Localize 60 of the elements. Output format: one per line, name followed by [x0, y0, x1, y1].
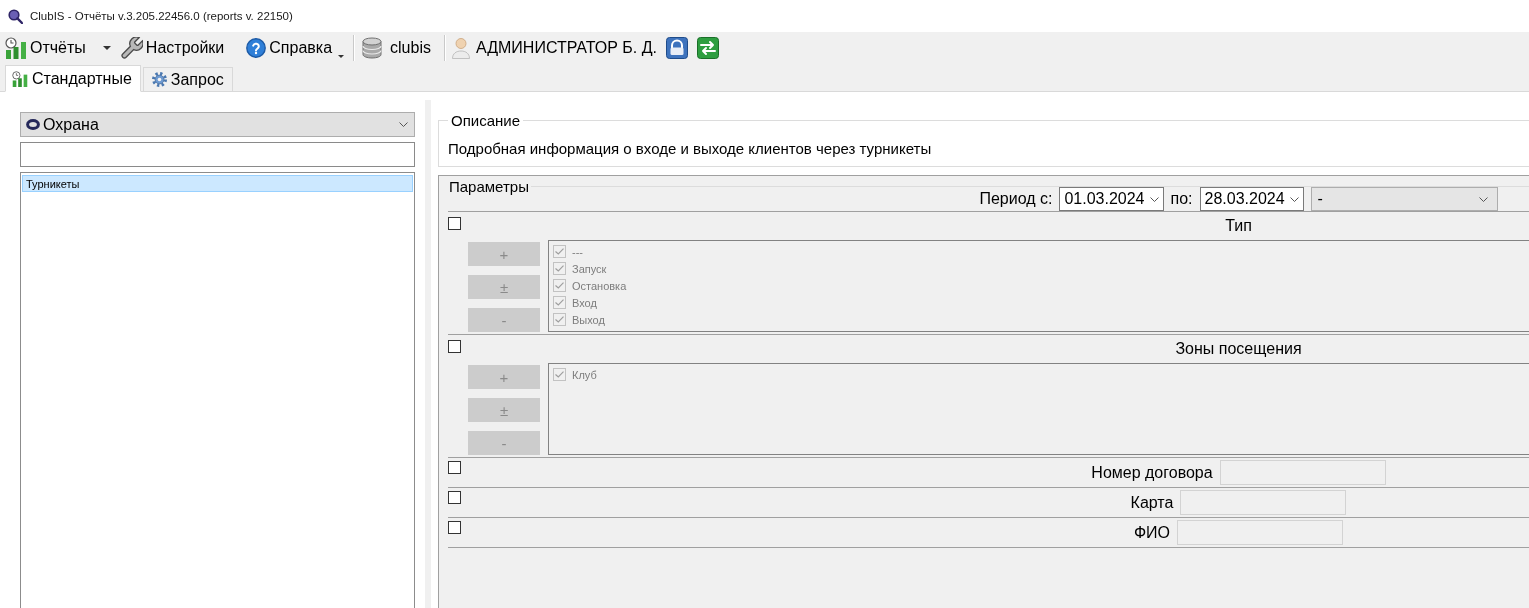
period-to-label: по: — [1170, 190, 1193, 208]
category-select[interactable]: Охрана — [20, 112, 415, 137]
chevron-down-icon — [399, 122, 408, 127]
caret-icon — [102, 46, 111, 50]
checklist-label: Вход — [572, 296, 597, 309]
period-from-label: Период с: — [979, 190, 1053, 208]
magnifier-icon — [8, 8, 23, 24]
exit-button[interactable] — [697, 37, 719, 59]
wrench-icon — [120, 37, 143, 59]
checkbox[interactable] — [448, 217, 461, 230]
group-title: Описание — [450, 112, 522, 129]
checkmark-icon — [555, 371, 564, 378]
field-label: Номер договора — [1091, 463, 1213, 482]
field-label: Карта — [1130, 493, 1174, 512]
checkmark-icon — [555, 299, 564, 306]
section-title: Тип — [1225, 216, 1252, 235]
lock-icon — [666, 37, 688, 59]
field-label: ФИО — [1133, 523, 1171, 542]
tab[interactable]: Стандартные — [5, 65, 141, 92]
database-button[interactable]: clubis — [358, 34, 434, 62]
checkmark-icon — [555, 316, 564, 323]
chart-icon — [5, 37, 27, 59]
chevron-down-icon — [1289, 196, 1299, 202]
user-icon — [451, 37, 470, 59]
chart-icon — [12, 70, 28, 87]
date-select[interactable]: 28.03.2024 — [1199, 187, 1304, 211]
checklist-label: Выход — [572, 313, 605, 326]
checklist-label: Клуб — [572, 368, 597, 381]
gear-icon — [151, 72, 167, 87]
description-text: Подробная информация о входе и выходе клиентов через турникеты — [448, 140, 933, 158]
checklist-label: --- — [572, 245, 583, 258]
section-title: Зоны посещения — [1175, 339, 1302, 358]
group-title: Параметры — [448, 178, 530, 195]
report-item[interactable]: Турникеты — [22, 175, 413, 192]
checkmark-icon — [555, 282, 564, 289]
search-field[interactable] — [20, 142, 415, 167]
checkbox[interactable] — [448, 461, 461, 474]
checkmark-icon — [555, 248, 564, 255]
lock-button[interactable] — [666, 37, 688, 59]
help-button[interactable]: Справка — [243, 34, 348, 62]
tab[interactable]: Запрос — [142, 67, 233, 92]
period-preset-select[interactable]: - — [1310, 187, 1498, 211]
caret-icon — [338, 55, 345, 58]
chevron-down-icon — [1149, 196, 1159, 202]
user-button[interactable]: АДМИНИСТРАТОР Б. Д. — [448, 34, 660, 62]
checkbox[interactable] — [448, 521, 461, 534]
swap-arrows-icon — [697, 37, 719, 59]
date-select[interactable]: 01.03.2024 — [1059, 187, 1164, 211]
reports-menu-button[interactable]: Отчёты — [2, 34, 115, 62]
checklist-label: Остановка — [572, 279, 627, 292]
checkbox[interactable] — [448, 491, 461, 504]
database-icon — [361, 37, 384, 59]
checklist-label: Запуск — [572, 262, 607, 275]
checkbox[interactable] — [448, 340, 461, 353]
window-title: ClubIS - Отчёты v.3.205.22456.0 (reports v. 22150) — [30, 10, 293, 22]
settings-button[interactable]: Настройки — [117, 34, 228, 62]
chevron-down-icon — [1478, 196, 1488, 202]
checkmark-icon — [555, 265, 564, 272]
help-icon — [246, 38, 267, 58]
ring-icon — [26, 119, 40, 130]
